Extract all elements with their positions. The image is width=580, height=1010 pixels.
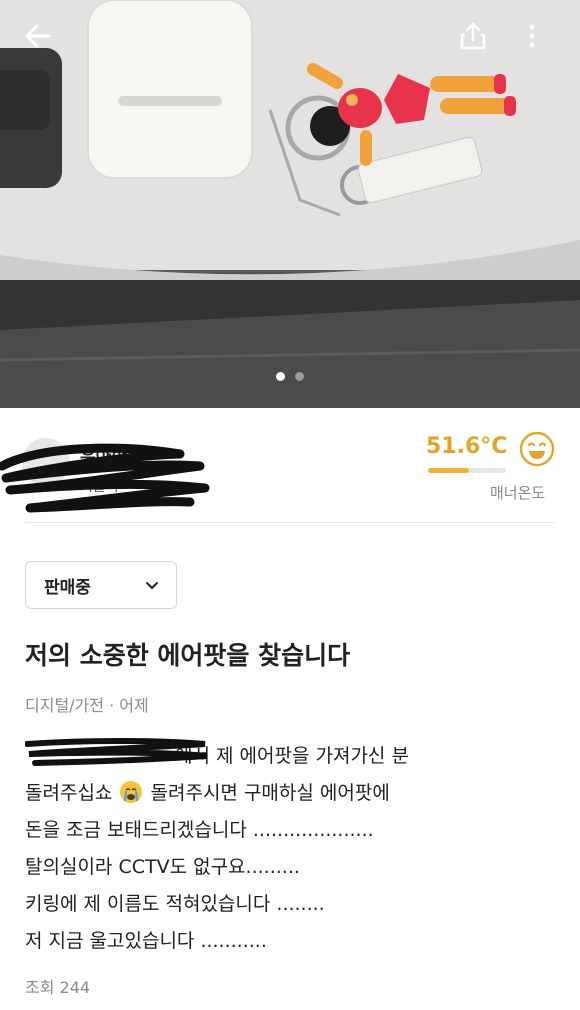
body-line: 저 지금 울고있습니다 ...........: [25, 930, 267, 952]
crying-face-emoji: [120, 781, 143, 803]
carousel-indicator: [0, 372, 580, 381]
smiling-face-icon: [519, 431, 555, 467]
post-meta: 디지털/가전 · 어제: [25, 692, 149, 716]
post-title: 저의 소중한 에어팟을 찾습니다: [25, 641, 351, 670]
back-button[interactable]: [18, 16, 58, 56]
carousel-dot[interactable]: [295, 372, 304, 381]
sale-status-select[interactable]: 판매중: [25, 561, 177, 609]
back-arrow-icon: [25, 24, 51, 48]
manner-temperature-label: 매너온도: [490, 484, 546, 502]
redaction-scribble: [25, 738, 208, 766]
body-line: 돌려주십쇼 돌려주시면 구매하실 에어팟에: [25, 781, 390, 804]
category-link[interactable]: 디지털/가전: [25, 696, 104, 715]
share-icon: [460, 22, 486, 50]
body-line: 탈의실이라 CCTV도 없구요.........: [25, 856, 300, 878]
more-button[interactable]: [512, 16, 552, 56]
share-button[interactable]: [453, 16, 493, 56]
product-photo[interactable]: [0, 0, 580, 408]
photo-scene: [0, 0, 580, 408]
redaction-scribble: [0, 443, 210, 513]
sale-status-label: 판매중: [44, 577, 91, 598]
manner-temperature-fill: [428, 468, 469, 473]
seller-profile[interactable]: 우아한 서울시 51.6°C 매너온도: [0, 408, 580, 523]
body-line: 키링에 제 이름도 적혀있습니다 ........: [25, 893, 325, 915]
divider: [25, 522, 555, 523]
post-body: 에서 제 에어팟을 가져가신 분 돌려주십쇼 돌려주시면 구매하실 에어팟에 돈…: [25, 738, 555, 960]
more-vertical-icon: [529, 24, 535, 48]
manner-temperature-bar: [428, 468, 506, 473]
body-line: 돈을 조금 보태드리겠습니다 ....................: [25, 819, 374, 841]
manner-temperature: 51.6°C: [426, 434, 508, 459]
chevron-down-icon: [146, 582, 158, 589]
view-count: 조회 244: [25, 978, 91, 997]
post-time: · 어제: [109, 696, 149, 715]
carousel-dot-active[interactable]: [276, 372, 285, 381]
